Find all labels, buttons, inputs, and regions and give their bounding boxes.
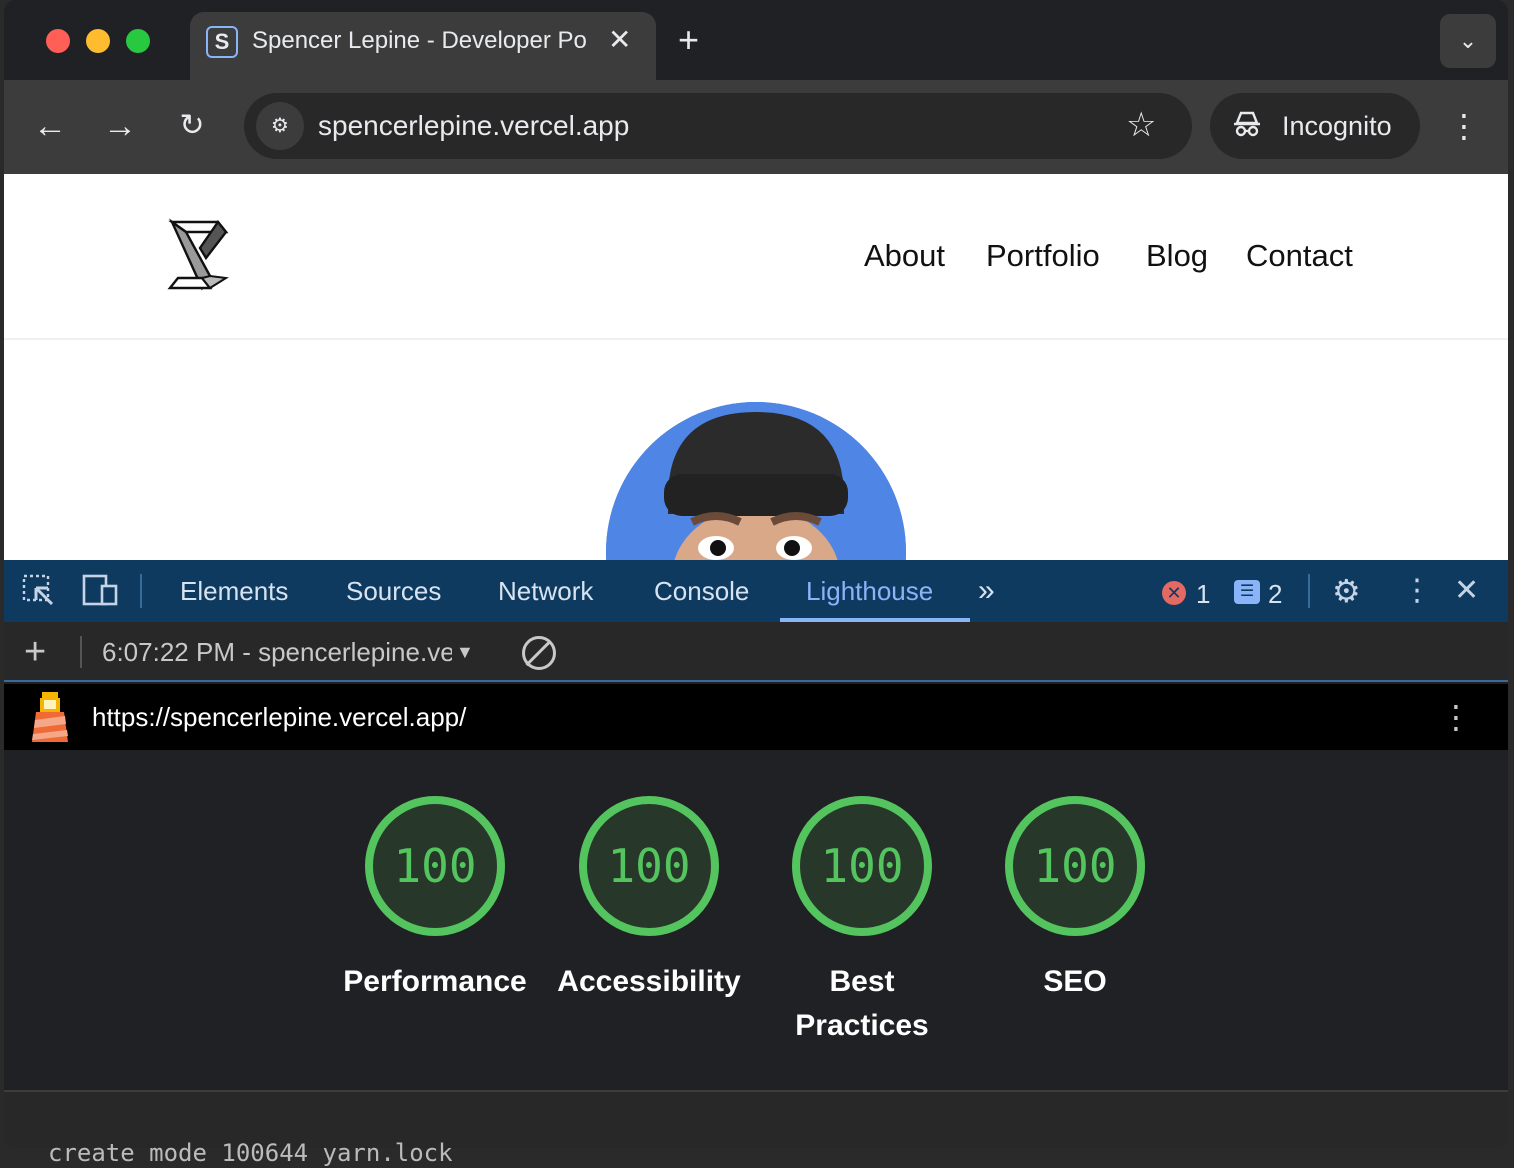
browser-toolbar: ← → ↻ ⚙ spencerlepine.vercel.app ☆ Incog… [4,80,1508,174]
back-arrow-icon[interactable]: ← [28,104,72,148]
nav-link-contact[interactable]: Contact [1246,236,1353,276]
score-value: 100 [393,839,477,893]
toolbar-separator [80,636,82,668]
tab-lighthouse[interactable]: Lighthouse [806,574,933,608]
tab-search-chevron-icon[interactable]: ⌄ [1440,14,1496,68]
site-logo-icon[interactable] [166,218,230,292]
report-selector[interactable]: 6:07:22 PM - spencerlepine.vercel.app [102,636,452,668]
incognito-label: Incognito [1282,111,1392,141]
dropdown-arrow-icon[interactable]: ▼ [456,636,474,668]
tab-elements[interactable]: Elements [180,574,288,608]
nav-link-portfolio[interactable]: Portfolio [986,236,1100,276]
report-url[interactable]: https://spencerlepine.vercel.app/ [92,699,466,735]
close-tab-icon[interactable]: ✕ [608,24,631,56]
close-window-button[interactable] [46,29,70,53]
more-tabs-chevron-icon[interactable]: » [978,574,995,608]
settings-gear-icon[interactable]: ⚙ [1332,574,1361,608]
tab-title: Spencer Lepine - Developer Portfolio [252,27,588,54]
tab-network[interactable]: Network [498,574,593,608]
lighthouse-logo-icon [30,690,70,749]
tab-strip: S Spencer Lepine - Developer Portfolio ✕… [4,0,1508,80]
header-divider [4,338,1508,340]
new-report-plus-icon[interactable]: + [24,632,46,672]
lighthouse-report-header: https://spencerlepine.vercel.app/ ⋮ [4,684,1508,750]
site-favicon-icon: S [206,26,238,58]
bookmark-star-icon[interactable]: ☆ [1126,105,1156,145]
score-gauge-best-practices[interactable]: 100 [792,796,932,936]
nav-link-blog[interactable]: Blog [1146,236,1208,276]
score-value: 100 [607,839,691,893]
site-settings-icon[interactable]: ⚙ [256,102,304,150]
score-label: SEO [1043,965,1107,998]
browser-window: S Spencer Lepine - Developer Portfolio ✕… [4,0,1508,1148]
page-viewport: About Portfolio Blog Contact [4,174,1508,560]
score-label: Best Practices [795,965,929,1042]
devtools-separator [1308,574,1310,608]
maximize-window-button[interactable] [126,29,150,53]
reload-icon[interactable]: ↻ [170,104,214,148]
browser-menu-icon[interactable]: ⋮ [1448,98,1480,154]
incognito-icon [1232,109,1262,147]
incognito-chip[interactable]: Incognito [1210,93,1420,159]
nav-link-about[interactable]: About [864,236,945,276]
profile-avatar [606,402,906,560]
background-terminal-text: create mode 100644 yarn.lock [48,1139,453,1167]
lighthouse-toolbar: + 6:07:22 PM - spencerlepine.vercel.app … [4,622,1508,682]
browser-tab[interactable]: S Spencer Lepine - Developer Portfolio ✕ [190,12,656,80]
tab-console[interactable]: Console [654,574,749,608]
score-label: Performance [343,965,527,998]
device-toolbar-icon[interactable] [82,574,120,616]
score-gauge-performance[interactable]: 100 [365,796,505,936]
close-devtools-icon[interactable]: ✕ [1454,574,1479,608]
error-icon[interactable]: ✕ [1162,581,1186,605]
report-selector-value: 6:07:22 PM - spencerlepine.vercel.app [102,637,452,667]
address-bar[interactable]: ⚙ spencerlepine.vercel.app ☆ [244,93,1192,159]
devtools-separator [140,574,142,608]
message-icon[interactable]: ☰ [1234,580,1260,604]
inspect-element-icon[interactable] [22,574,56,616]
minimize-window-button[interactable] [86,29,110,53]
score-value: 100 [1033,839,1117,893]
score-gauge-seo[interactable]: 100 [1005,796,1145,936]
new-tab-icon[interactable]: + [678,20,699,60]
lighthouse-scores-panel: 100 Performance 100 Accessibility 100 Be… [4,750,1508,1090]
score-value: 100 [820,839,904,893]
error-count[interactable]: 1 [1196,577,1210,611]
clear-reports-icon[interactable] [522,636,556,670]
report-menu-icon[interactable]: ⋮ [1440,694,1472,740]
forward-arrow-icon[interactable]: → [98,104,142,148]
address-url[interactable]: spencerlepine.vercel.app [318,109,629,143]
score-gauge-accessibility[interactable]: 100 [579,796,719,936]
tab-sources[interactable]: Sources [346,574,441,608]
message-count[interactable]: 2 [1268,577,1282,611]
devtools-menu-icon[interactable]: ⋮ [1402,574,1432,608]
score-label: Accessibility [557,965,741,998]
devtools-tab-bar: Elements Sources Network Console Lightho… [4,560,1508,622]
